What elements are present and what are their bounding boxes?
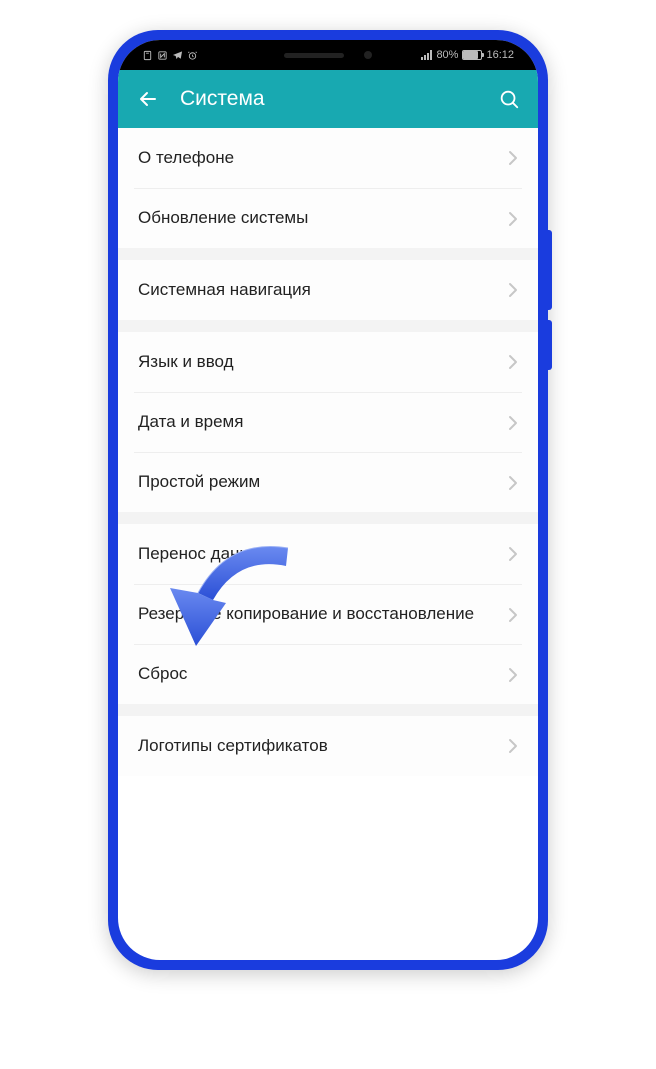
row-cert-logos[interactable]: Логотипы сертификатов bbox=[134, 716, 522, 776]
status-bar: 80% 16:12 bbox=[118, 40, 538, 70]
row-backup-restore[interactable]: Резервное копирование и восстановление bbox=[134, 584, 522, 644]
search-button[interactable] bbox=[498, 88, 520, 110]
phone-frame: 80% 16:12 Система О телефоне bbox=[108, 30, 548, 970]
row-simple-mode[interactable]: Простой режим bbox=[134, 452, 522, 512]
chevron-right-icon bbox=[508, 354, 518, 370]
row-label: Дата и время bbox=[138, 411, 508, 433]
app-header: Система bbox=[118, 70, 538, 128]
chevron-right-icon bbox=[508, 475, 518, 491]
row-label: Системная навигация bbox=[138, 279, 508, 301]
signal-icon bbox=[421, 50, 432, 60]
phone-side-button bbox=[548, 320, 552, 370]
chevron-right-icon bbox=[508, 282, 518, 298]
list-group: Системная навигация bbox=[134, 260, 522, 320]
row-label: Логотипы сертификатов bbox=[138, 735, 508, 757]
row-label: Обновление системы bbox=[138, 207, 508, 229]
row-language-input[interactable]: Язык и ввод bbox=[134, 332, 522, 392]
page-title: Система bbox=[180, 87, 498, 111]
nfc-icon bbox=[157, 50, 168, 61]
chevron-right-icon bbox=[508, 607, 518, 623]
list-group: Логотипы сертификатов bbox=[134, 716, 522, 776]
chevron-right-icon bbox=[508, 415, 518, 431]
battery-icon bbox=[462, 50, 482, 60]
chevron-right-icon bbox=[508, 150, 518, 166]
alarm-icon bbox=[187, 50, 198, 61]
row-label: Сброс bbox=[138, 663, 508, 685]
back-button[interactable] bbox=[136, 87, 160, 111]
chevron-right-icon bbox=[508, 667, 518, 683]
row-label: Резервное копирование и восстановление bbox=[138, 603, 508, 625]
chevron-right-icon bbox=[508, 546, 518, 562]
list-group: Перенос данных Резервное копирование и в… bbox=[134, 524, 522, 704]
row-system-update[interactable]: Обновление системы bbox=[134, 188, 522, 248]
chevron-right-icon bbox=[508, 211, 518, 227]
screen: 80% 16:12 Система О телефоне bbox=[118, 40, 538, 960]
row-date-time[interactable]: Дата и время bbox=[134, 392, 522, 452]
settings-list: О телефоне Обновление системы Системная … bbox=[118, 128, 538, 776]
row-label: О телефоне bbox=[138, 147, 508, 169]
row-about-phone[interactable]: О телефоне bbox=[134, 128, 522, 188]
chevron-right-icon bbox=[508, 738, 518, 754]
sim-icon bbox=[142, 50, 153, 61]
row-reset[interactable]: Сброс bbox=[134, 644, 522, 704]
row-label: Простой режим bbox=[138, 471, 508, 493]
telegram-icon bbox=[172, 50, 183, 61]
row-label: Перенос данных bbox=[138, 543, 508, 565]
row-label: Язык и ввод bbox=[138, 351, 508, 373]
list-group: О телефоне Обновление системы bbox=[134, 128, 522, 248]
phone-side-button bbox=[548, 230, 552, 310]
row-system-navigation[interactable]: Системная навигация bbox=[134, 260, 522, 320]
row-data-transfer[interactable]: Перенос данных bbox=[134, 524, 522, 584]
battery-percent: 80% bbox=[436, 49, 458, 61]
clock: 16:12 bbox=[486, 49, 514, 61]
list-group: Язык и ввод Дата и время Простой режим bbox=[134, 332, 522, 512]
